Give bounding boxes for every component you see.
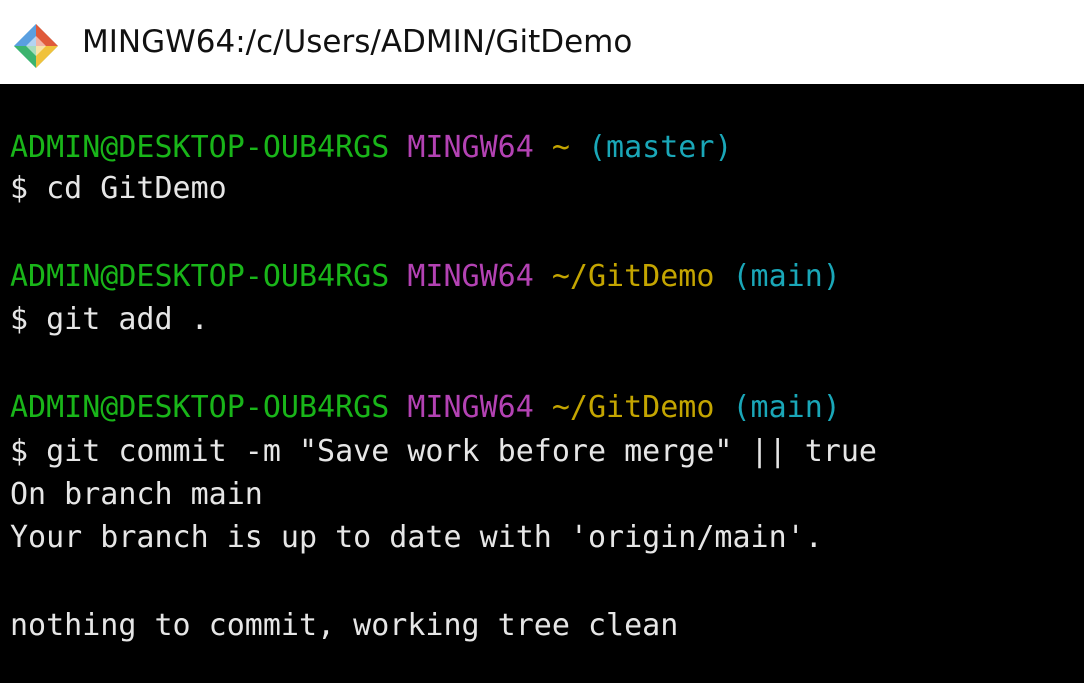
output-line: nothing to commit, working tree clean: [10, 608, 679, 643]
prompt-line: ADMIN@DESKTOP-OUB4RGS MINGW64 ~ (master): [10, 126, 732, 170]
command-line: $ git add .: [10, 302, 209, 337]
prompt-path: ~/GitDemo: [551, 259, 715, 294]
prompt-path: ~/GitDemo: [551, 390, 715, 425]
prompt-path: ~: [551, 130, 570, 165]
command-line: $ cd GitDemo: [10, 171, 227, 206]
prompt-branch: (main): [732, 259, 841, 294]
prompt-system: MINGW64: [407, 130, 534, 165]
prompt-line: ADMIN@DESKTOP-OUB4RGS MINGW64 ~/GitDemo …: [10, 255, 841, 299]
prompt-branch: (master): [587, 130, 733, 165]
git-bash-window: MINGW64:/c/Users/ADMIN/GitDemo ADMIN@DES…: [0, 0, 1084, 683]
prompt-user-host: ADMIN@DESKTOP-OUB4RGS: [10, 390, 390, 425]
git-bash-icon: [14, 24, 58, 68]
title-bar[interactable]: MINGW64:/c/Users/ADMIN/GitDemo: [0, 0, 1084, 84]
prompt-system: MINGW64: [407, 259, 534, 294]
terminal-area[interactable]: ADMIN@DESKTOP-OUB4RGS MINGW64 ~ (master)…: [0, 84, 1084, 683]
command-line: $ git commit -m "Save work before merge"…: [10, 434, 877, 469]
output-line: Your branch is up to date with 'origin/m…: [10, 520, 823, 555]
output-line: On branch main: [10, 477, 263, 512]
prompt-user-host: ADMIN@DESKTOP-OUB4RGS: [10, 130, 390, 165]
prompt-branch: (main): [732, 390, 841, 425]
prompt-line: ADMIN@DESKTOP-OUB4RGS MINGW64 ~/GitDemo …: [10, 386, 841, 430]
prompt-system: MINGW64: [407, 390, 534, 425]
window-title: MINGW64:/c/Users/ADMIN/GitDemo: [82, 24, 633, 60]
prompt-user-host: ADMIN@DESKTOP-OUB4RGS: [10, 259, 390, 294]
